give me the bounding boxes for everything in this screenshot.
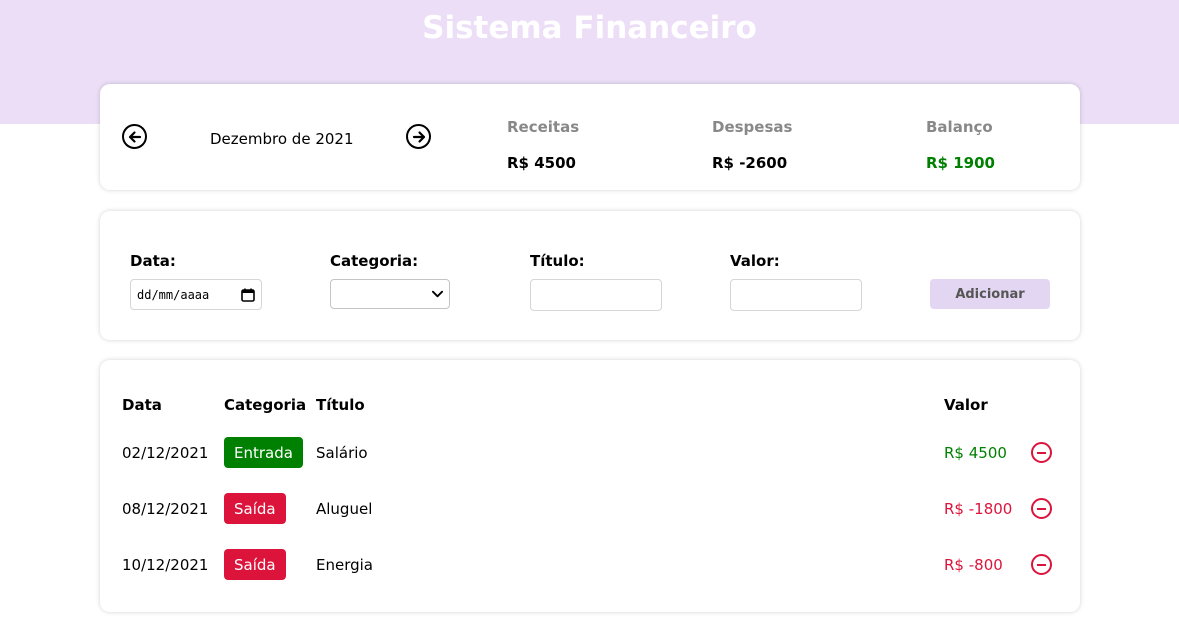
value-label: Valor: bbox=[730, 252, 780, 270]
arrow-right-icon bbox=[412, 130, 425, 143]
delete-button[interactable] bbox=[1031, 554, 1052, 575]
minus-icon bbox=[1037, 507, 1046, 510]
value-field-group: Valor: bbox=[730, 252, 862, 311]
summary-receitas: Receitas R$ 4500 bbox=[507, 118, 579, 172]
app-title: Sistema Financeiro bbox=[422, 10, 757, 46]
minus-icon bbox=[1037, 451, 1046, 454]
minus-icon bbox=[1037, 563, 1046, 566]
category-badge: Saída bbox=[224, 493, 286, 524]
value-input[interactable] bbox=[730, 279, 862, 311]
category-label: Categoria: bbox=[330, 252, 419, 270]
category-badge: Entrada bbox=[224, 437, 303, 468]
row-value: R$ 4500 bbox=[944, 444, 1007, 462]
title-input[interactable] bbox=[530, 279, 662, 311]
row-title: Energia bbox=[316, 556, 373, 574]
despesas-value: R$ -2600 bbox=[712, 154, 788, 172]
category-field-group: Categoria: bbox=[330, 252, 450, 309]
title-label: Título: bbox=[530, 252, 585, 270]
add-entry-form: Data: dd/mm/aaaa Categoria: Título: Valo… bbox=[100, 211, 1080, 340]
date-label: Data: bbox=[130, 252, 176, 270]
date-placeholder: dd/mm/aaaa bbox=[137, 287, 210, 302]
table-row: 08/12/2021 Saída Aluguel R$ -1800 bbox=[100, 493, 1080, 525]
row-title: Salário bbox=[316, 444, 368, 462]
header-data: Data bbox=[122, 396, 162, 414]
summary-card: Dezembro de 2021 Receitas R$ 4500 Despes… bbox=[100, 84, 1080, 190]
row-date: 08/12/2021 bbox=[122, 500, 209, 518]
header-valor: Valor bbox=[944, 396, 988, 414]
header-categoria: Categoria bbox=[224, 396, 307, 414]
transactions-table: Data Categoria Título Valor 02/12/2021 E… bbox=[100, 360, 1080, 612]
balanco-value: R$ 1900 bbox=[926, 154, 995, 172]
next-month-button[interactable] bbox=[406, 124, 431, 149]
receitas-title: Receitas bbox=[507, 118, 580, 136]
despesas-title: Despesas bbox=[712, 118, 793, 136]
date-field-group: Data: dd/mm/aaaa bbox=[130, 252, 262, 310]
row-value: R$ -800 bbox=[944, 556, 1003, 574]
receitas-value: R$ 4500 bbox=[507, 154, 576, 172]
current-month: Dezembro de 2021 bbox=[210, 130, 354, 148]
table-row: 10/12/2021 Saída Energia R$ -800 bbox=[100, 549, 1080, 581]
date-input[interactable]: dd/mm/aaaa bbox=[130, 279, 262, 310]
summary-despesas: Despesas R$ -2600 bbox=[712, 118, 792, 172]
delete-button[interactable] bbox=[1031, 442, 1052, 463]
row-date: 02/12/2021 bbox=[122, 444, 209, 462]
summary-balanco: Balanço R$ 1900 bbox=[926, 118, 995, 172]
title-field-group: Título: bbox=[530, 252, 662, 311]
table-row: 02/12/2021 Entrada Salário R$ 4500 bbox=[100, 437, 1080, 469]
category-select[interactable] bbox=[330, 279, 450, 309]
arrow-left-icon bbox=[128, 130, 141, 143]
chevron-down-icon bbox=[432, 290, 443, 298]
add-button[interactable]: Adicionar bbox=[930, 279, 1050, 309]
calendar-icon[interactable] bbox=[241, 288, 255, 302]
header-titulo: Título bbox=[316, 396, 365, 414]
row-value: R$ -1800 bbox=[944, 500, 1013, 518]
delete-button[interactable] bbox=[1031, 498, 1052, 519]
row-date: 10/12/2021 bbox=[122, 556, 209, 574]
row-title: Aluguel bbox=[316, 500, 373, 518]
category-badge: Saída bbox=[224, 549, 286, 580]
prev-month-button[interactable] bbox=[122, 124, 147, 149]
balanco-title: Balanço bbox=[926, 118, 993, 136]
